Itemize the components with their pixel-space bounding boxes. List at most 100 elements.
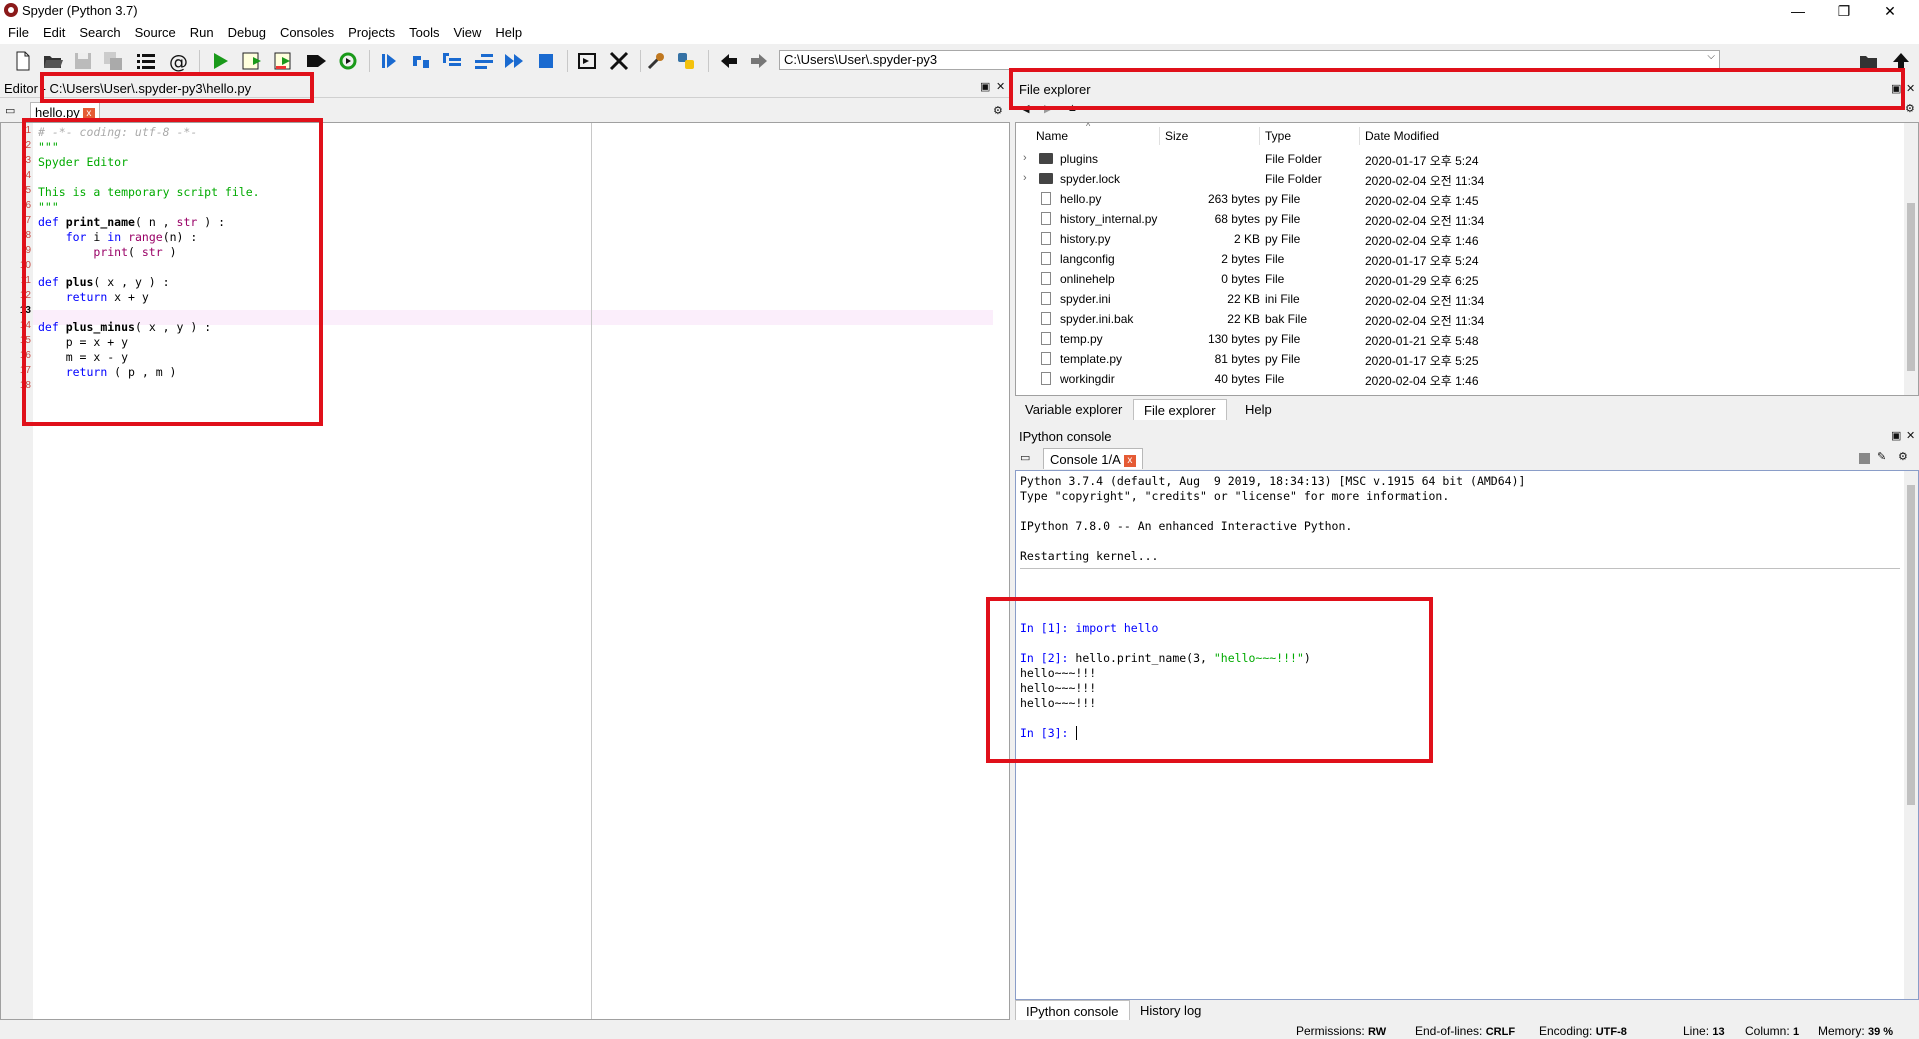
forward-arrow-icon[interactable] xyxy=(748,50,770,72)
file-row[interactable]: history.py 2 KB py File 2020-02-04 오후 1:46 xyxy=(1016,229,1896,249)
file-row[interactable]: spyder.ini 22 KB ini File 2020-02-04 오전 11:… xyxy=(1016,289,1896,309)
file-row[interactable]: › plugins File Folder 2020-01-17 오후 5:24 xyxy=(1016,149,1896,169)
continue-icon[interactable] xyxy=(503,50,525,72)
gear-icon[interactable]: ⚙ xyxy=(1905,102,1915,115)
minimize-button[interactable]: — xyxy=(1775,0,1821,22)
fullscreen-icon[interactable] xyxy=(608,50,630,72)
gear-icon[interactable]: ⚙ xyxy=(993,104,1003,117)
file-row[interactable]: template.py 81 bytes py File 2020-01-17 오후 … xyxy=(1016,349,1896,369)
maximize-pane-icon[interactable] xyxy=(576,50,598,72)
console-scrollbar[interactable] xyxy=(1904,471,1918,999)
file-icon xyxy=(1041,272,1051,285)
chevron-right-icon[interactable]: › xyxy=(1023,152,1027,164)
run-cell-advance-icon[interactable] xyxy=(273,50,295,72)
tab-history-log[interactable]: History log xyxy=(1130,1000,1211,1021)
file-row[interactable]: workingdir 40 bytes File 2020-02-04 오후 1:46 xyxy=(1016,369,1896,389)
file-type: File xyxy=(1265,272,1285,286)
python-path-icon[interactable] xyxy=(675,50,697,72)
menu-debug[interactable]: Debug xyxy=(220,22,272,40)
column-header-size[interactable]: Size xyxy=(1165,129,1188,143)
divider xyxy=(1020,568,1900,569)
menu-view[interactable]: View xyxy=(445,22,487,40)
tab-file-explorer[interactable]: File explorer xyxy=(1133,399,1227,420)
console-tab[interactable]: Console 1/A x xyxy=(1043,448,1143,469)
file-date: 2020-02-04 오후 1:46 xyxy=(1365,234,1479,248)
outline-icon[interactable] xyxy=(135,50,157,72)
save-all-icon[interactable] xyxy=(102,50,124,72)
chevron-right-icon[interactable]: › xyxy=(1023,172,1027,184)
stop-kernel-icon[interactable] xyxy=(1859,453,1870,464)
menu-edit[interactable]: Edit xyxy=(35,22,71,40)
undock-icon[interactable]: ▣ xyxy=(1891,429,1901,442)
menu-help[interactable]: Help xyxy=(487,22,528,40)
run-selection-icon[interactable] xyxy=(305,50,327,72)
tab-help[interactable]: Help xyxy=(1235,399,1282,420)
tab-variable-explorer[interactable]: Variable explorer xyxy=(1015,399,1132,420)
back-arrow-icon[interactable] xyxy=(718,50,740,72)
close-tab-icon[interactable]: x xyxy=(1123,454,1136,467)
svg-text:@: @ xyxy=(169,51,188,72)
title-bar: Spyder (Python 3.7) — ❐ ✕ xyxy=(0,0,1919,22)
menu-run[interactable]: Run xyxy=(182,22,220,40)
file-type: ini File xyxy=(1265,292,1300,306)
file-icon xyxy=(1041,312,1051,325)
file-row[interactable]: onlinehelp 0 bytes File 2020-01-29 오후 6:25 xyxy=(1016,269,1896,289)
banner-line: Python 3.7.4 (default, Aug 9 2019, 18:34… xyxy=(1020,474,1526,488)
file-row[interactable]: › spyder.lock File Folder 2020-02-04 오전 11:… xyxy=(1016,169,1896,189)
file-size: 2 KB xyxy=(1233,232,1260,246)
console-tab-bar: ▭ Console 1/A x ✎ ⚙ xyxy=(1015,446,1919,470)
highlight-box-editor-title xyxy=(40,72,314,103)
step-return-icon[interactable] xyxy=(473,50,495,72)
file-list-scrollbar[interactable] xyxy=(1904,123,1918,395)
file-date: 2020-02-04 오후 1:45 xyxy=(1365,194,1479,208)
column-label: Column: xyxy=(1745,1024,1790,1038)
file-icon xyxy=(1041,212,1051,225)
menu-source[interactable]: Source xyxy=(127,22,182,40)
menu-projects[interactable]: Projects xyxy=(340,22,401,40)
debug-icon[interactable] xyxy=(378,50,400,72)
gear-icon[interactable]: ⚙ xyxy=(1898,450,1908,463)
at-icon[interactable]: @ xyxy=(167,50,189,73)
browse-tabs-icon[interactable]: ▭ xyxy=(5,104,15,117)
file-row[interactable]: hello.py 263 bytes py File 2020-02-04 오후 1:… xyxy=(1016,189,1896,209)
banner-line: Restarting kernel... xyxy=(1020,549,1159,563)
restore-button[interactable]: ❐ xyxy=(1821,0,1867,22)
file-row[interactable]: langconfig 2 bytes File 2020-01-17 오후 5:24 xyxy=(1016,249,1896,269)
file-size: 68 bytes xyxy=(1214,212,1260,226)
chevron-down-icon: ⌵ xyxy=(1707,51,1715,62)
menu-consoles[interactable]: Consoles xyxy=(272,22,340,40)
close-pane-icon[interactable]: ✕ xyxy=(1906,82,1915,95)
open-file-icon[interactable] xyxy=(42,50,64,72)
clear-console-icon[interactable]: ✎ xyxy=(1877,450,1886,463)
file-row[interactable]: temp.py 130 bytes py File 2020-01-21 오후 5:4… xyxy=(1016,329,1896,349)
window-title: Spyder (Python 3.7) xyxy=(22,3,138,18)
browse-tabs-icon[interactable]: ▭ xyxy=(1020,451,1030,464)
close-pane-icon[interactable]: ✕ xyxy=(996,80,1005,93)
new-file-icon[interactable] xyxy=(12,50,34,72)
step-into-icon[interactable] xyxy=(441,50,463,72)
run-cell-icon[interactable] xyxy=(241,50,263,72)
menu-file[interactable]: File xyxy=(0,22,35,40)
close-pane-icon[interactable]: ✕ xyxy=(1906,429,1915,442)
preferences-icon[interactable] xyxy=(645,50,667,72)
menu-tools[interactable]: Tools xyxy=(401,22,445,40)
line-label: Line: xyxy=(1683,1024,1710,1038)
column-header-name[interactable]: Name xyxy=(1036,129,1068,143)
column-header-date[interactable]: Date Modified xyxy=(1365,129,1439,143)
stop-icon[interactable] xyxy=(535,50,557,72)
column-header-type[interactable]: Type xyxy=(1265,129,1291,143)
tab-ipython-console[interactable]: IPython console xyxy=(1015,1000,1130,1021)
menu-search[interactable]: Search xyxy=(71,22,126,40)
memory-label: Memory: xyxy=(1818,1024,1865,1038)
file-row[interactable]: spyder.ini.bak 22 KB bak File 2020-02-04 오전… xyxy=(1016,309,1896,329)
rerun-icon[interactable] xyxy=(337,50,359,72)
close-button[interactable]: ✕ xyxy=(1867,0,1913,22)
run-icon[interactable] xyxy=(209,50,231,72)
undock-icon[interactable]: ▣ xyxy=(980,80,990,93)
step-icon[interactable] xyxy=(410,50,432,72)
file-row[interactable]: history_internal.py 68 bytes py File 2020-0… xyxy=(1016,209,1896,229)
working-directory-combo[interactable]: C:\Users\User\.spyder-py3 ⌵ xyxy=(779,50,1720,70)
file-icon xyxy=(1041,252,1051,265)
file-icon xyxy=(1041,372,1051,385)
save-icon[interactable] xyxy=(72,50,94,72)
